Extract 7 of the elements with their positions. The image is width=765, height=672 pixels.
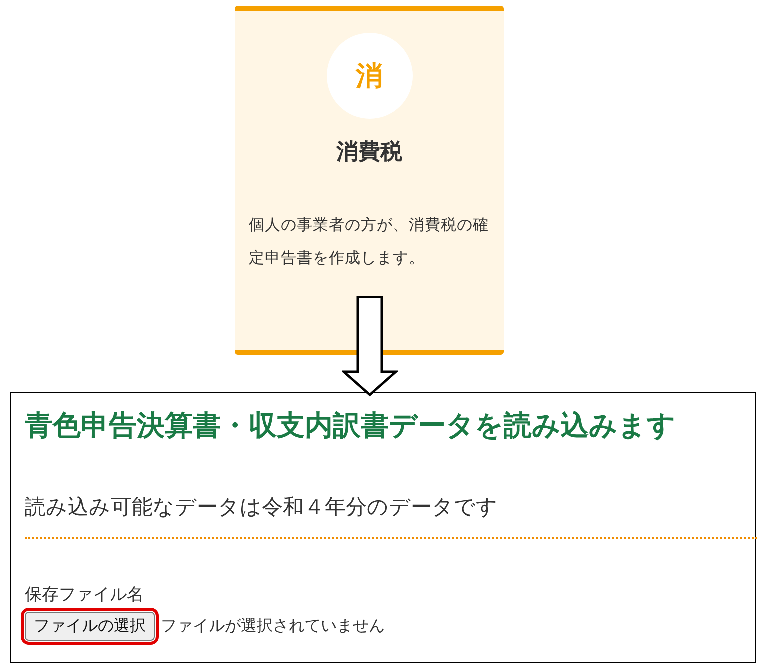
- badge-icon: 消: [326, 33, 412, 119]
- panel-subtitle: 読み込み可能なデータは令和４年分のデータです: [25, 494, 499, 521]
- file-label: 保存ファイル名: [25, 584, 145, 606]
- file-status: ファイルが選択されていません: [161, 616, 385, 637]
- panel-title: 青色申告決算書・収支内訳書データを読み込みます: [25, 408, 677, 444]
- card-title: 消費税: [336, 139, 402, 167]
- card-description: 個人の事業者の方が、消費税の確定申告書を作成します。: [249, 215, 490, 269]
